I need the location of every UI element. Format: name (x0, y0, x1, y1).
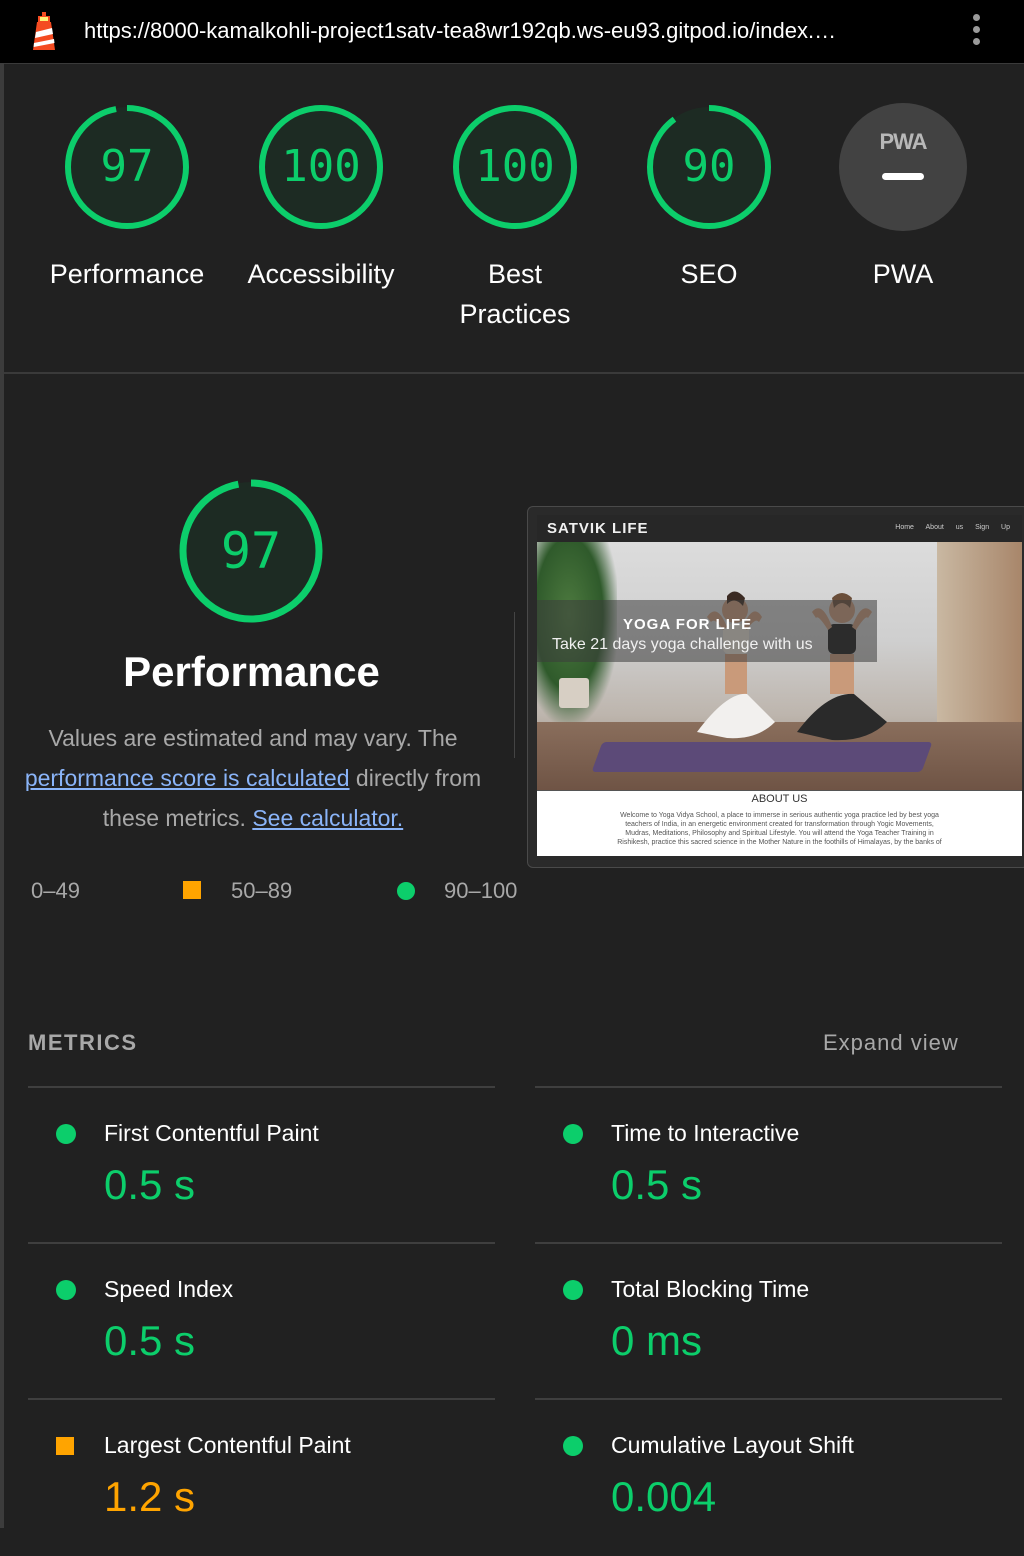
screenshot-about-text: Welcome to Yoga Vidya School, a place to… (617, 812, 942, 846)
metric-label: Total Blocking Time (611, 1276, 810, 1302)
metric-cumulative-layout-shift: Cumulative Layout Shift 0.004 (535, 1398, 1002, 1556)
metric-value: 0 ms (611, 1317, 703, 1364)
metric-value: 0.5 s (611, 1161, 703, 1208)
more-menu-icon[interactable] (966, 14, 986, 50)
gauge-performance[interactable]: 97 Performance (30, 102, 224, 294)
window-edge (0, 63, 4, 1528)
screenshot-about-title: ABOUT US (751, 793, 808, 805)
desc-text: Values are estimated and may vary. The (48, 725, 458, 751)
metric-value: 1.2 s (104, 1473, 196, 1520)
gauge-label: Accessibility (247, 259, 395, 289)
performance-score: 97 (220, 522, 282, 580)
metric-speed-index: Speed Index 0.5 s (28, 1242, 495, 1400)
screenshot-hero-image: YOGA FOR LIFE Take 21 days yoga challeng… (537, 542, 1022, 790)
metric-value: 0.5 s (104, 1317, 196, 1364)
section-divider (4, 372, 1024, 374)
lighthouse-icon (33, 12, 55, 50)
screenshot-hero-subtitle: Take 21 days yoga challenge with us (552, 636, 813, 653)
pass-circle-icon (56, 1280, 76, 1300)
legend-fail: 0–49 (31, 878, 80, 904)
final-screenshot[interactable]: SATVIK LIFE Home About us Sign Up YOGA F… (537, 515, 1022, 856)
metric-value: 0.5 s (104, 1161, 196, 1208)
average-square-icon (56, 1437, 74, 1455)
pwa-badge: PWA (839, 103, 967, 231)
screenshot-about-section: ABOUT US Welcome to Yoga Vidya School, a… (537, 790, 1022, 856)
gauge-pwa[interactable]: PWA PWA (806, 103, 1000, 294)
screenshot-hero-title: YOGA FOR LIFE (623, 616, 753, 633)
vertical-separator (514, 612, 515, 758)
screenshot-brand: SATVIK LIFE (547, 520, 649, 537)
gauge-label: SEO (680, 259, 738, 289)
metrics-header: METRICS (28, 1030, 138, 1055)
performance-gauge-large: 97 (176, 476, 326, 626)
url-bar: https://8000-kamalkohli-project1satv-tea… (0, 0, 1024, 64)
pwa-dash-icon (882, 173, 924, 180)
pass-circle-icon (397, 882, 415, 900)
screenshot-nav-links: Home About us Sign Up (895, 524, 1010, 531)
gauge-score: 100 (281, 141, 361, 192)
pass-circle-icon (56, 1124, 76, 1144)
expand-view-toggle[interactable]: Expand view (823, 1030, 959, 1056)
gauge-label: Best Practices (418, 254, 612, 334)
gauge-label-line1: Best (487, 259, 543, 289)
metric-first-contentful-paint: First Contentful Paint 0.5 s (28, 1086, 495, 1244)
gauge-best-practices[interactable]: 100 Best Practices (418, 102, 612, 334)
screenshot-navbar: SATVIK LIFE Home About us Sign Up (537, 515, 1022, 542)
metric-value: 0.004 (611, 1473, 717, 1520)
metric-label: Time to Interactive (611, 1120, 800, 1146)
gauge-score: 90 (682, 141, 736, 192)
legend-pass-range: 90–100 (444, 878, 518, 903)
legend-average-range: 50–89 (231, 878, 293, 903)
performance-title: Performance (123, 648, 380, 695)
gauge-score: 97 (100, 141, 154, 192)
metric-time-to-interactive: Time to Interactive 0.5 s (535, 1086, 1002, 1244)
gauge-label: PWA (872, 259, 934, 289)
metric-label: First Contentful Paint (104, 1120, 319, 1146)
gauge-label-line2: Practices (459, 299, 571, 329)
metric-total-blocking-time: Total Blocking Time 0 ms (535, 1242, 1002, 1400)
pwa-logo: PWA (879, 129, 927, 154)
see-calculator-link[interactable]: See calculator. (252, 805, 403, 831)
pass-circle-icon (563, 1280, 583, 1300)
legend-fail-range: 0–49 (31, 878, 80, 903)
about-divider (537, 790, 1022, 791)
desc-text: these metrics. (102, 805, 253, 831)
gauge-accessibility[interactable]: 100 Accessibility (224, 102, 418, 294)
metric-label: Speed Index (104, 1276, 234, 1302)
url-text[interactable]: https://8000-kamalkohli-project1satv-tea… (84, 18, 934, 44)
score-calculated-link[interactable]: performance score is calculated (25, 765, 350, 791)
gauge-score: 100 (475, 141, 555, 192)
gauge-seo[interactable]: 90 SEO (612, 102, 806, 294)
pass-circle-icon (563, 1436, 583, 1456)
gauge-label: Performance (49, 259, 205, 289)
average-square-icon (183, 881, 201, 899)
pass-circle-icon (563, 1124, 583, 1144)
plant-pot (559, 678, 589, 708)
metric-label: Cumulative Layout Shift (611, 1432, 854, 1458)
metric-label: Largest Contentful Paint (104, 1432, 351, 1458)
desc-text: directly from (349, 765, 482, 791)
performance-description: Values are estimated and may vary. The p… (6, 718, 500, 838)
metric-largest-contentful-paint: Largest Contentful Paint 1.2 s (28, 1398, 495, 1556)
